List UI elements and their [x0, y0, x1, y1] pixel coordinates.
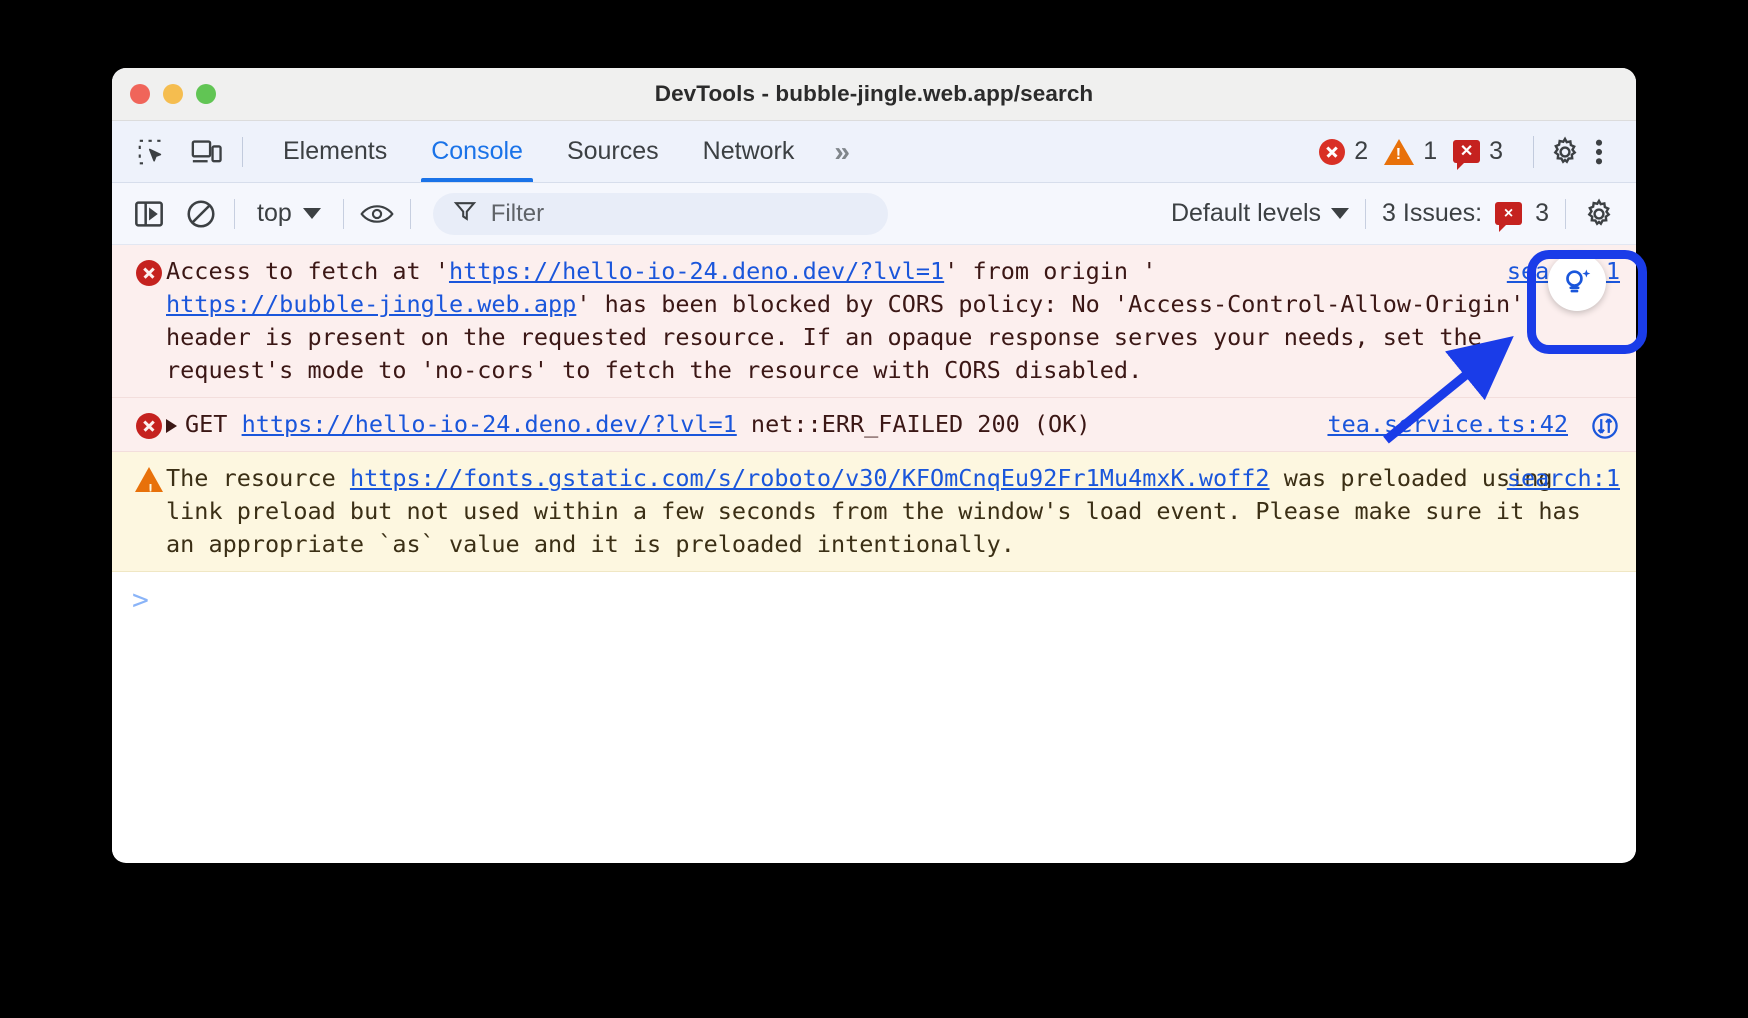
tabstrip-right-group: 2 1 ✕ 3 [1319, 135, 1636, 169]
log-levels-dropdown[interactable]: Default levels [1171, 199, 1349, 228]
tabstrip-left-icons [112, 135, 224, 169]
error-icon [1319, 139, 1345, 165]
console-message-status: net::ERR_FAILED 200 (OK) [737, 410, 1091, 438]
console-settings-icon[interactable] [1582, 197, 1616, 231]
console-message-body: The resource https://fonts.gstatic.com/s… [166, 462, 1620, 561]
console-sidebar-icon[interactable] [132, 197, 166, 231]
issues-summary[interactable]: 3 Issues: × 3 [1382, 199, 1549, 228]
devtools-window: DevTools - bubble-jingle.web.app/search [112, 68, 1636, 863]
execution-context-selector[interactable]: top [251, 199, 327, 228]
error-counter[interactable]: 2 [1319, 137, 1368, 166]
error-count: 2 [1354, 137, 1368, 166]
traffic-lights [130, 84, 216, 104]
tab-elements[interactable]: Elements [261, 121, 409, 182]
callout-arrow-annotation [1372, 330, 1532, 450]
filter-input[interactable]: Filter [433, 193, 888, 235]
error-icon [132, 255, 166, 387]
minimize-window-button[interactable] [163, 84, 183, 104]
warning-counter[interactable]: 1 [1384, 137, 1437, 166]
issue-icon: × [1495, 202, 1522, 225]
devtools-tabstrip: Elements Console Sources Network » 2 1 ✕… [112, 121, 1636, 183]
issue-icon: ✕ [1453, 140, 1480, 163]
expand-arrow-icon[interactable] [166, 419, 177, 433]
error-icon [132, 408, 166, 441]
zoom-window-button[interactable] [196, 84, 216, 104]
device-toolbar-icon[interactable] [190, 135, 224, 169]
panel-tabs: Elements Console Sources Network » [261, 121, 865, 182]
screenshot-stage: DevTools - bubble-jingle.web.app/search [0, 0, 1748, 1018]
issue-counter[interactable]: ✕ 3 [1453, 137, 1503, 166]
warning-icon [1384, 139, 1414, 165]
warning-count: 1 [1423, 137, 1437, 166]
console-message-text: The resource https://fonts.gstatic.com/s… [166, 464, 1595, 558]
issues-label: 3 Issues: [1382, 199, 1482, 228]
prompt-caret-icon: > [132, 586, 149, 614]
filter-icon [453, 199, 477, 228]
issues-badge-count: 3 [1535, 199, 1549, 228]
message-link-url[interactable]: https://hello-io-24.deno.dev/?lvl=1 [449, 257, 944, 285]
console-message-text: GET https://hello-io-24.deno.dev/?lvl=1 … [166, 410, 1091, 438]
console-toolbar-divider-4 [1365, 199, 1366, 229]
console-toolbar-divider-2 [343, 199, 344, 229]
console-toolbar: top Filter Defa [112, 183, 1636, 245]
warning-icon [132, 462, 166, 561]
clear-console-icon[interactable] [184, 197, 218, 231]
console-message-head: The resource [166, 464, 350, 492]
console-message-warning-preload[interactable]: The resource https://fonts.gstatic.com/s… [112, 452, 1636, 572]
issue-icon-glyph: × [1504, 206, 1513, 222]
console-toolbar-divider-1 [234, 199, 235, 229]
close-window-button[interactable] [130, 84, 150, 104]
window-titlebar: DevTools - bubble-jingle.web.app/search [112, 68, 1636, 121]
console-toolbar-divider-3 [410, 199, 411, 229]
ask-ai-button[interactable] [1548, 253, 1606, 311]
message-source-link[interactable]: search:1 [1507, 462, 1620, 495]
tabstrip-right-divider [1533, 136, 1534, 168]
window-title: DevTools - bubble-jingle.web.app/search [112, 81, 1636, 107]
message-link-origin[interactable]: https://bubble-jingle.web.app [166, 290, 576, 318]
console-message-method: GET [185, 410, 242, 438]
chevron-down-icon [1331, 208, 1349, 219]
tab-sources[interactable]: Sources [545, 121, 681, 182]
kebab-menu-icon[interactable] [1582, 135, 1616, 169]
network-request-icon[interactable] [1590, 411, 1620, 450]
issue-icon-glyph: ✕ [1460, 144, 1473, 160]
filter-placeholder: Filter [491, 200, 544, 228]
tab-console[interactable]: Console [409, 121, 545, 182]
execution-context-label: top [257, 199, 292, 228]
log-levels-label: Default levels [1171, 199, 1321, 228]
eye-icon[interactable] [360, 197, 394, 231]
console-message-text: Access to fetch at 'https://hello-io-24.… [166, 257, 1538, 384]
tab-network[interactable]: Network [681, 121, 817, 182]
message-link-url[interactable]: https://fonts.gstatic.com/s/roboto/v30/K… [350, 464, 1270, 492]
console-toolbar-right: Default levels 3 Issues: × 3 [1171, 197, 1616, 231]
message-link-url[interactable]: https://hello-io-24.deno.dev/?lvl=1 [242, 410, 737, 438]
more-tabs-icon[interactable]: » [816, 121, 865, 182]
issue-count: 3 [1489, 137, 1503, 166]
tabstrip-divider [242, 137, 243, 167]
inspect-element-icon[interactable] [134, 135, 168, 169]
console-toolbar-divider-5 [1565, 199, 1566, 229]
console-prompt[interactable]: > [112, 572, 1636, 628]
gear-icon[interactable] [1548, 135, 1582, 169]
chevron-down-icon [303, 208, 321, 219]
